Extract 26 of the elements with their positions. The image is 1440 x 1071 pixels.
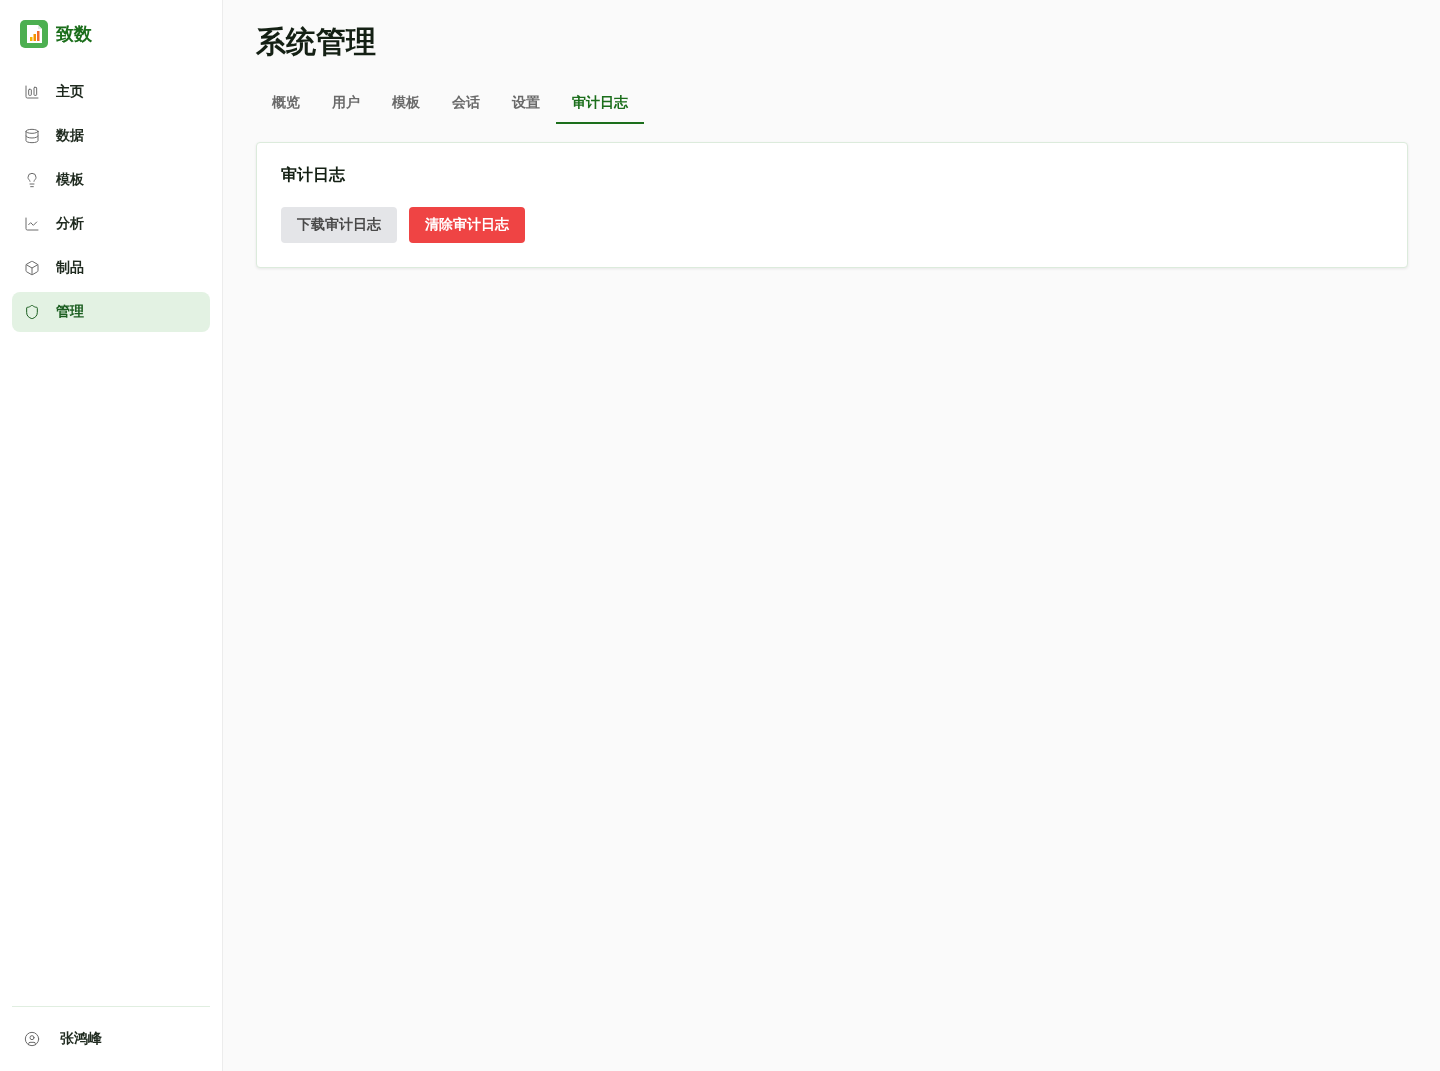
tab[interactable]: 模板 xyxy=(376,84,436,124)
nav-item[interactable]: 制品 xyxy=(12,248,210,288)
user-avatar-icon xyxy=(24,1031,40,1047)
user-name: 张鸿峰 xyxy=(60,1030,102,1048)
card-title: 审计日志 xyxy=(281,165,345,185)
clear-button[interactable]: 清除审计日志 xyxy=(409,207,525,243)
bar-chart-icon xyxy=(24,84,40,100)
logo-icon xyxy=(20,20,48,48)
line-chart-icon xyxy=(24,216,40,232)
lightbulb-icon xyxy=(24,172,40,188)
nav-item[interactable]: 数据 xyxy=(12,116,210,156)
tab[interactable]: 会话 xyxy=(436,84,496,124)
tab[interactable]: 用户 xyxy=(316,84,376,124)
shield-icon xyxy=(24,304,40,320)
brand-name: 致数 xyxy=(56,23,92,46)
nav-item[interactable]: 模板 xyxy=(12,160,210,200)
cube-icon xyxy=(24,260,40,276)
download-button[interactable]: 下载审计日志 xyxy=(281,207,397,243)
nav-item[interactable]: 分析 xyxy=(12,204,210,244)
database-icon xyxy=(24,128,40,144)
tab[interactable]: 设置 xyxy=(496,84,556,124)
nav-item[interactable]: 主页 xyxy=(12,72,210,112)
tab[interactable]: 概览 xyxy=(256,84,316,124)
tab[interactable]: 审计日志 xyxy=(556,84,644,124)
page-title: 系统管理 xyxy=(256,24,376,60)
nav-item[interactable]: 管理 xyxy=(12,292,210,332)
